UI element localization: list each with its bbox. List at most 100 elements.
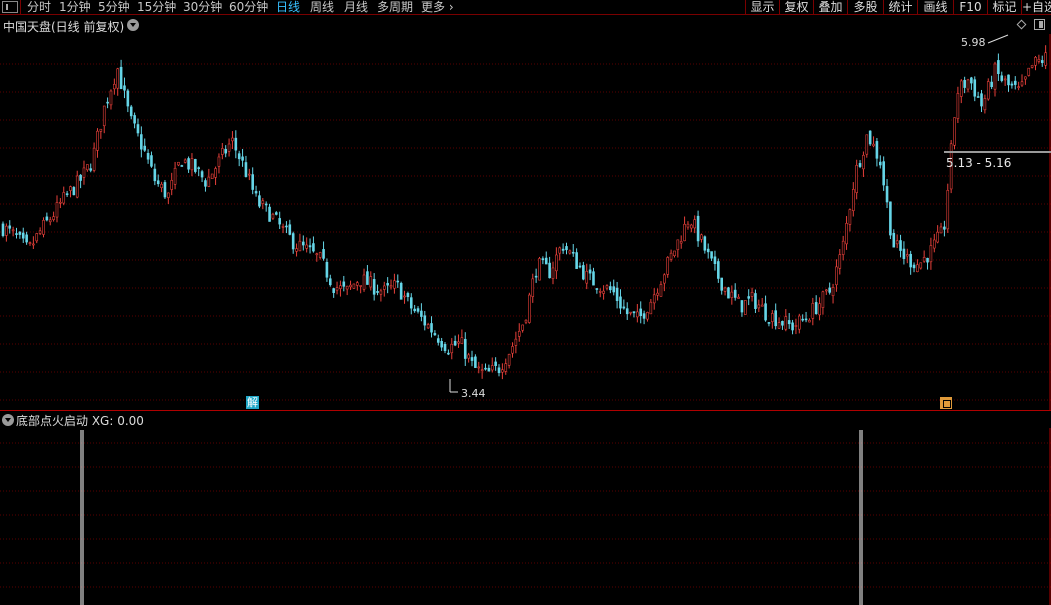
candle-body [237, 153, 241, 160]
candle-body [28, 242, 32, 245]
chevron-down-icon[interactable] [127, 19, 139, 31]
candle-body [264, 203, 268, 206]
candle-body [332, 288, 335, 293]
candle-body [845, 223, 848, 245]
candlestick-chart[interactable] [0, 34, 1051, 410]
chevron-down-icon[interactable] [2, 414, 14, 426]
candle-body [926, 257, 929, 263]
candle-body [717, 261, 720, 279]
tab-period-multi[interactable]: 多周期 [377, 0, 413, 15]
candle-body [126, 90, 130, 107]
candle-body [733, 289, 737, 298]
candle-body [531, 278, 535, 297]
indicator-title: 底部点火启动 XG: 0.00 [16, 414, 144, 428]
candle-body [858, 163, 862, 167]
tab-period-daily[interactable]: 日线 [276, 0, 300, 15]
multi-stock-button[interactable]: 多股 [847, 0, 883, 15]
candle-body [922, 257, 926, 262]
candle-body [241, 156, 244, 161]
candle-body [619, 296, 622, 309]
candle-body [764, 303, 767, 321]
candle-body [693, 219, 697, 229]
candle-body [787, 320, 791, 325]
pane-divider[interactable] [0, 410, 1051, 411]
candle-body [932, 239, 936, 249]
candle-body [69, 186, 72, 191]
jie-badge[interactable]: 解 [246, 396, 259, 409]
candle-body [561, 248, 565, 251]
candle-body [919, 262, 923, 269]
stats-button[interactable]: 统计 [883, 0, 917, 15]
show-button[interactable]: 显示 [745, 0, 779, 15]
candle-body [42, 220, 45, 235]
tab-period-30min[interactable]: 30分钟 [183, 0, 222, 15]
candle-body [970, 77, 973, 84]
candle-body [639, 308, 643, 317]
adjust-button[interactable]: 复权 [779, 0, 813, 15]
candle-body [1, 223, 5, 236]
candle-body [825, 289, 828, 292]
candle-body [544, 257, 548, 265]
tab-period-1min[interactable]: 1分钟 [59, 0, 91, 15]
candle-body [889, 201, 892, 236]
candle-body [548, 262, 551, 279]
candle-body [217, 156, 221, 167]
candle-body [369, 276, 373, 288]
candle-body [200, 171, 204, 178]
candle-body [905, 254, 909, 257]
candle-body [588, 269, 592, 274]
indicator-chart[interactable] [0, 428, 1051, 605]
tab-period-15min[interactable]: 15分钟 [137, 0, 176, 15]
candle-body [15, 233, 18, 235]
candle-body [52, 216, 55, 220]
tab-period-fenshi[interactable]: 分时 [27, 0, 51, 15]
f10-button[interactable]: F10 [953, 0, 987, 15]
candle-body [939, 226, 943, 234]
candle-body [831, 287, 835, 297]
tab-period-5min[interactable]: 5分钟 [98, 0, 130, 15]
tab-period-monthly[interactable]: 月线 [344, 0, 368, 15]
add-watchlist-button[interactable]: +自选 [1021, 0, 1051, 15]
candle-body [878, 161, 882, 166]
more-label: 更多 [421, 0, 446, 14]
mark-button[interactable]: 标记 [987, 0, 1021, 15]
candle-body [990, 81, 993, 88]
candle-body [1034, 57, 1037, 66]
candle-body [669, 252, 673, 260]
candle-body [683, 223, 686, 242]
candle-body [1020, 81, 1024, 86]
candle-body [501, 369, 504, 373]
hui-badge-icon[interactable] [940, 397, 952, 409]
candle-body [318, 252, 322, 258]
candle-body [86, 164, 89, 171]
draw-line-button[interactable]: 画线 [917, 0, 953, 15]
candle-body [625, 308, 629, 315]
candle-body [1044, 52, 1047, 66]
candle-body [899, 240, 902, 251]
candle-body [986, 81, 990, 100]
tab-period-60min[interactable]: 60分钟 [229, 0, 268, 15]
candle-body [231, 137, 234, 142]
back-icon[interactable] [2, 1, 18, 13]
candle-body [48, 219, 52, 223]
candle-body [389, 285, 393, 288]
candle-body [379, 290, 383, 295]
candle-body [912, 264, 916, 269]
candle-body [45, 216, 49, 221]
tab-period-weekly[interactable]: 周线 [310, 0, 334, 15]
candle-body [652, 294, 656, 304]
candle-body [710, 251, 713, 259]
candle-body [450, 343, 454, 354]
candle-body [109, 90, 113, 106]
candle-body [538, 258, 541, 281]
window-restore-icon[interactable] [1034, 19, 1045, 30]
overlay-button[interactable]: 叠加 [813, 0, 847, 15]
candle-body [1007, 74, 1010, 86]
candle-body [568, 250, 572, 254]
candle-body [89, 168, 93, 171]
candle-body [204, 180, 207, 187]
candle-body [690, 224, 693, 229]
candle-body [963, 79, 966, 88]
candle-body [143, 145, 147, 151]
tab-period-more[interactable]: 更多 › [421, 0, 454, 15]
